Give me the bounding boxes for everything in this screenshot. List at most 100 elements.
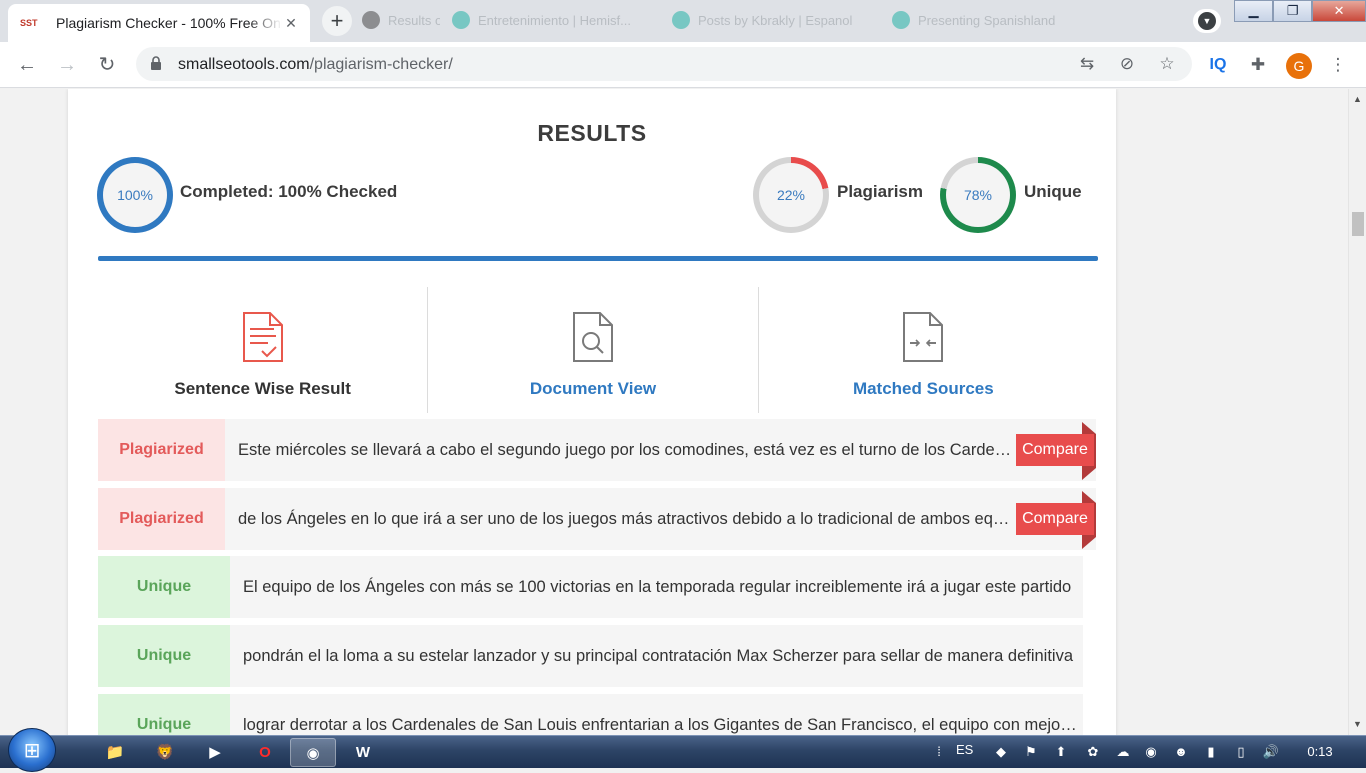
volume-icon[interactable]: 🔊 — [1262, 743, 1280, 761]
tab-label: Matched Sources — [852, 379, 994, 398]
sentence-text: de los Ángeles en lo que irá a ser uno d… — [238, 510, 1014, 528]
tab-strip: SST Plagiarism Checker - 100% Free Onlin… — [0, 0, 1366, 42]
chevron-down-icon: ▼ — [1198, 12, 1216, 30]
scroll-down-icon[interactable]: ▼ — [1349, 716, 1366, 733]
eye-off-icon[interactable]: ⊘ — [1116, 53, 1138, 75]
word-icon[interactable]: W — [340, 738, 386, 767]
sentence-text: Este miércoles se llevará a cabo el segu… — [238, 441, 1014, 459]
progress-divider — [98, 256, 1098, 261]
sentence-text: El equipo de los Ángeles con más se 100 … — [243, 578, 1072, 596]
status-badge: Plagiarized — [98, 419, 225, 481]
tab-close-icon[interactable]: ✕ — [282, 15, 300, 32]
lock-icon — [151, 56, 161, 70]
minimize-button[interactable]: ▁ — [1234, 0, 1274, 22]
tab-favicon-icon — [672, 11, 690, 29]
tab-active[interactable]: SST Plagiarism Checker - 100% Free Onlin… — [8, 4, 310, 42]
tab-favicon-icon — [892, 11, 910, 29]
table-row: Unique lograr derrotar a los Cardenales … — [98, 694, 1083, 735]
status-badge: Unique — [98, 694, 230, 735]
vertical-scrollbar[interactable]: ▲ ▼ — [1348, 89, 1366, 735]
tray-app-icon[interactable]: ☻ — [1172, 743, 1190, 761]
opera-icon[interactable]: O — [242, 738, 288, 767]
background-tab[interactable]: Results of... — [362, 8, 440, 32]
maximize-button[interactable]: ❐ — [1273, 0, 1313, 22]
unique-label: Unique — [1024, 182, 1082, 201]
url-path: /plagiarism-checker/ — [309, 56, 453, 73]
results-title: RESULTS — [537, 120, 647, 146]
tab-sentence-wise-result[interactable]: Sentence Wise Result — [98, 287, 427, 413]
tab-document-view[interactable]: Document View — [427, 287, 757, 413]
windows-taskbar: ⊞ 📁 🦁 ▶ O ◉ W ⁞ ES ◆ ⚑ ⬆ ✿ ☁ ◉ ☻ ▮ ▯ 🔊 0… — [0, 728, 1366, 772]
more-menu-icon[interactable]: ⋮ — [1326, 53, 1350, 77]
table-row: Plagiarized de los Ángeles en lo que irá… — [98, 488, 1096, 550]
windows-start-icon[interactable]: ⊞ — [8, 728, 56, 772]
status-badge: Unique — [98, 556, 230, 618]
tab-label: Document View — [529, 379, 657, 398]
back-icon[interactable]: ← — [14, 52, 40, 78]
iq-extension-icon[interactable]: IQ — [1206, 53, 1230, 77]
browser-toolbar: ← → ↻ smallseotools.com/plagiarism-check… — [0, 42, 1366, 88]
unique-progress-ring: 78% — [940, 157, 1016, 233]
forward-icon[interactable]: → — [54, 52, 80, 78]
compare-button[interactable]: Compare — [1016, 434, 1094, 466]
unique-percent: 78% — [946, 163, 1010, 227]
sentence-text: lograr derrotar a los Cardenales de San … — [243, 716, 1081, 734]
window-controls: ▁ ❐ ✕ — [1234, 0, 1366, 22]
scroll-thumb[interactable] — [1352, 212, 1364, 236]
star-icon[interactable]: ☆ — [1156, 53, 1178, 75]
completed-percent: 100% — [103, 163, 167, 227]
scroll-up-icon[interactable]: ▲ — [1349, 91, 1366, 108]
table-row: Plagiarized Este miércoles se llevará a … — [98, 419, 1096, 481]
plagiarism-progress-ring: 22% — [753, 157, 829, 233]
tab-favicon-icon — [452, 11, 470, 29]
tab-matched-sources[interactable]: Matched Sources — [757, 287, 1088, 413]
site-favicon-icon: SST — [20, 18, 38, 28]
tab-favicon-icon — [362, 11, 380, 29]
close-window-button[interactable]: ✕ — [1312, 0, 1366, 22]
url-domain: smallseotools.com — [178, 56, 310, 73]
translate-icon[interactable]: ⇆ — [1076, 53, 1098, 75]
system-clock[interactable]: 0:13 — [1290, 744, 1350, 759]
status-badge: Plagiarized — [98, 488, 225, 550]
document-check-icon — [242, 312, 283, 362]
new-tab-button[interactable]: + — [322, 6, 352, 36]
tray-grip-icon: ⁞ — [937, 744, 941, 759]
sentence-text: pondrán el la loma a su estelar lanzador… — [243, 647, 1074, 665]
battery-icon[interactable]: ▯ — [1232, 743, 1250, 761]
tab-label: Sentence Wise Result — [174, 379, 351, 398]
file-explorer-icon[interactable]: 📁 — [92, 738, 138, 767]
avast-icon[interactable]: ◆ — [992, 743, 1010, 761]
action-center-flag-icon[interactable]: ⚑ — [1022, 743, 1040, 761]
results-card: RESULTS 100% Completed: 100% Checked 22%… — [68, 89, 1116, 735]
background-tab[interactable]: Presenting Spanishland — [892, 8, 1102, 32]
completed-label: Completed: 100% Checked — [180, 182, 398, 201]
address-bar[interactable]: smallseotools.com/plagiarism-checker/ ⇆ … — [136, 47, 1192, 81]
table-row: Unique pondrán el la loma a su estelar l… — [98, 625, 1083, 687]
media-player-icon[interactable]: ▶ — [192, 738, 238, 767]
plagiarism-label: Plagiarism — [837, 182, 923, 201]
chrome-icon[interactable]: ◉ — [290, 738, 336, 767]
avatar[interactable]: G — [1286, 53, 1312, 79]
plagiarism-percent: 22% — [759, 163, 823, 227]
status-badge: Unique — [98, 625, 230, 687]
chrome-tray-icon[interactable]: ◉ — [1142, 743, 1160, 761]
compare-button[interactable]: Compare — [1016, 503, 1094, 535]
network-monitor-icon[interactable]: ☁ — [1114, 743, 1132, 761]
background-tab[interactable]: Entretenimiento | Hemisf... — [452, 8, 652, 32]
language-indicator[interactable]: ES — [956, 742, 973, 757]
tab-title: Plagiarism Checker - 100% Free Online — [56, 15, 282, 31]
completed-progress-ring: 100% — [97, 157, 173, 233]
table-row: Unique El equipo de los Ángeles con más … — [98, 556, 1083, 618]
update-arrow-icon[interactable]: ⬆ — [1052, 743, 1070, 761]
puzzle-extensions-icon[interactable]: ✚ — [1246, 53, 1270, 77]
tab-search-button[interactable]: ▼ — [1193, 9, 1221, 33]
reload-icon[interactable]: ↻ — [94, 52, 120, 78]
brave-browser-icon[interactable]: 🦁 — [142, 738, 188, 767]
signal-bars-icon[interactable]: ▮ — [1202, 743, 1220, 761]
background-tab[interactable]: Posts by Kbrakly | Espanol — [672, 8, 872, 32]
document-search-icon — [572, 312, 613, 362]
result-view-tabs: Sentence Wise Result Document View Match… — [98, 287, 1088, 413]
page-viewport: RESULTS 100% Completed: 100% Checked 22%… — [0, 89, 1348, 735]
app-tray-icon[interactable]: ✿ — [1084, 743, 1102, 761]
document-compare-icon — [903, 312, 944, 362]
